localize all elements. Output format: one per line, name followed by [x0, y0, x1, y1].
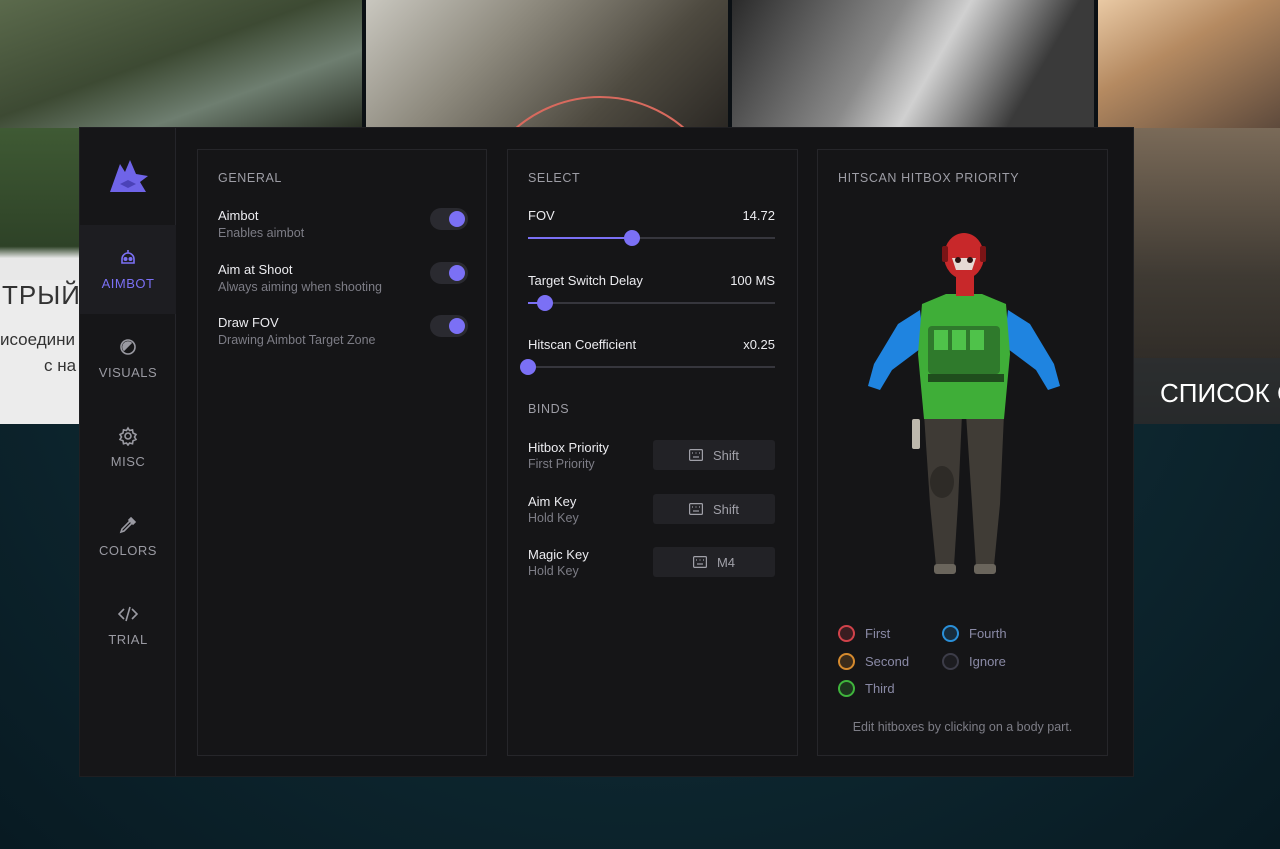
sidebar: AIMBOT VISUALS MISC COLORS TRIAL [80, 128, 176, 776]
legend-dot [838, 680, 855, 697]
toggle-knob [449, 265, 465, 281]
legend-dot [942, 653, 959, 670]
slider-value: x0.25 [743, 337, 775, 352]
gear-icon [118, 426, 138, 446]
nav-label: AIMBOT [101, 276, 155, 291]
option-aimbot: Aimbot Enables aimbot [218, 208, 468, 240]
nav-label: COLORS [99, 543, 157, 558]
legend-dot [838, 653, 855, 670]
binds-title: BINDS [528, 402, 570, 416]
aim-at-shoot-toggle[interactable] [430, 262, 468, 284]
hitscan-coefficient-slider: Hitscan Coefficient x0.25 [520, 337, 775, 377]
slider-thumb[interactable] [520, 359, 536, 375]
slider-label: FOV [528, 208, 555, 223]
legend-label: Ignore [969, 654, 1006, 669]
hitbox-priority-key-button[interactable]: Shift [653, 440, 775, 470]
slider-thumb[interactable] [623, 230, 640, 246]
hitbox-panel: HITSCAN HITBOX PRIORITY First Second Thi… [817, 149, 1108, 756]
keyboard-icon [688, 449, 703, 461]
slider-thumb[interactable] [537, 295, 554, 311]
nav-item-colors[interactable]: COLORS [80, 492, 176, 581]
slider-track[interactable] [528, 295, 775, 311]
nav-item-misc[interactable]: MISC [80, 403, 176, 492]
draw-fov-toggle[interactable] [430, 315, 468, 337]
background-text-line: с на [44, 356, 77, 375]
background-right-caption: СПИСОК С [1134, 358, 1280, 424]
select-panel: SELECT FOV 14.72 Target Switch Delay 100… [507, 149, 798, 756]
aimbot-toggle[interactable] [430, 208, 468, 230]
legend-third[interactable]: Third [838, 680, 895, 697]
eyedropper-icon [119, 516, 137, 534]
option-subtitle: Always aiming when shooting [218, 280, 382, 294]
panel-title: HITSCAN HITBOX PRIORITY [838, 171, 1020, 185]
background-image-soldiers [0, 0, 366, 128]
option-subtitle: Enables aimbot [218, 226, 305, 240]
legend-dot [838, 625, 855, 642]
slider-value: 14.72 [742, 208, 775, 223]
wolf-logo-icon [110, 160, 148, 192]
nav-item-trial[interactable]: TRIAL [80, 581, 176, 670]
target-switch-delay-slider: Target Switch Delay 100 MS [528, 273, 775, 313]
legend-label: Second [865, 654, 910, 669]
nav-label: VISUALS [98, 365, 158, 380]
nav-label: MISC [110, 454, 146, 469]
slider-track[interactable] [528, 230, 775, 246]
slider-label: Target Switch Delay [528, 273, 643, 288]
legend-label: Fourth [969, 626, 1007, 641]
legs-hitbox[interactable] [912, 414, 1004, 574]
slider-value: 100 MS [730, 273, 775, 288]
key-label: M4 [716, 554, 736, 570]
background-image-weapons [732, 0, 1098, 128]
keyboard-icon [688, 503, 703, 515]
bind-aim-key: Aim Key Hold Key Shift [528, 494, 775, 525]
legend-second[interactable]: Second [838, 653, 909, 670]
legend-label: Third [865, 681, 895, 696]
legend-fourth[interactable]: Fourth [942, 625, 1007, 642]
toggle-knob [449, 211, 465, 227]
legend-ignore[interactable]: Ignore [942, 653, 1006, 670]
slider-fill [528, 237, 632, 239]
character-model [868, 233, 1060, 574]
torso-hitbox[interactable] [918, 294, 1010, 419]
slider-label: Hitscan Coefficient [528, 337, 637, 352]
legend-dot [942, 625, 959, 642]
background-left-text: ТРЫЙ М исоедини с на [0, 280, 80, 424]
slider-track[interactable] [520, 359, 775, 375]
nav-label: TRIAL [108, 632, 148, 647]
eye-icon [120, 339, 136, 355]
keyboard-icon [692, 556, 707, 568]
hitbox-hint: Edit hitboxes by clicking on a body part… [852, 720, 1073, 734]
nav-item-aimbot[interactable]: AIMBOT [80, 225, 176, 314]
general-panel: GENERAL Aimbot Enables aimbot Aim at Sho… [197, 149, 487, 756]
legend-label: First [865, 626, 891, 641]
background-heading: ТРЫЙ М [2, 280, 80, 310]
key-label: Shift [712, 501, 739, 517]
panel-title: GENERAL [218, 171, 282, 185]
robot-icon [121, 250, 135, 264]
option-subtitle: Drawing Aimbot Target Zone [218, 333, 376, 347]
panel-title: SELECT [528, 171, 581, 185]
bind-magic-key: Magic Key Hold Key M4 [528, 547, 775, 578]
key-label: Shift [712, 447, 739, 463]
menu-window: AIMBOT VISUALS MISC COLORS TRIAL GENERAL… [79, 127, 1134, 777]
background-image-character [1098, 0, 1280, 128]
code-icon [118, 606, 138, 622]
fov-slider: FOV 14.72 [528, 208, 775, 248]
toggle-knob [449, 318, 465, 334]
magic-key-button[interactable]: M4 [653, 547, 775, 577]
bind-hitbox-priority: Hitbox Priority First Priority Shift [528, 440, 775, 471]
option-draw-fov: Draw FOV Drawing Aimbot Target Zone [218, 315, 468, 347]
legend-first[interactable]: First [838, 625, 890, 642]
background-caption-text: СПИСОК С [1160, 378, 1280, 408]
option-aim-at-shoot: Aim at Shoot Always aiming when shooting [218, 262, 468, 294]
head-hitbox[interactable] [942, 233, 986, 296]
nav-item-visuals[interactable]: VISUALS [80, 314, 176, 403]
background-text-line: исоедини [0, 330, 76, 349]
aim-key-button[interactable]: Shift [653, 494, 775, 524]
